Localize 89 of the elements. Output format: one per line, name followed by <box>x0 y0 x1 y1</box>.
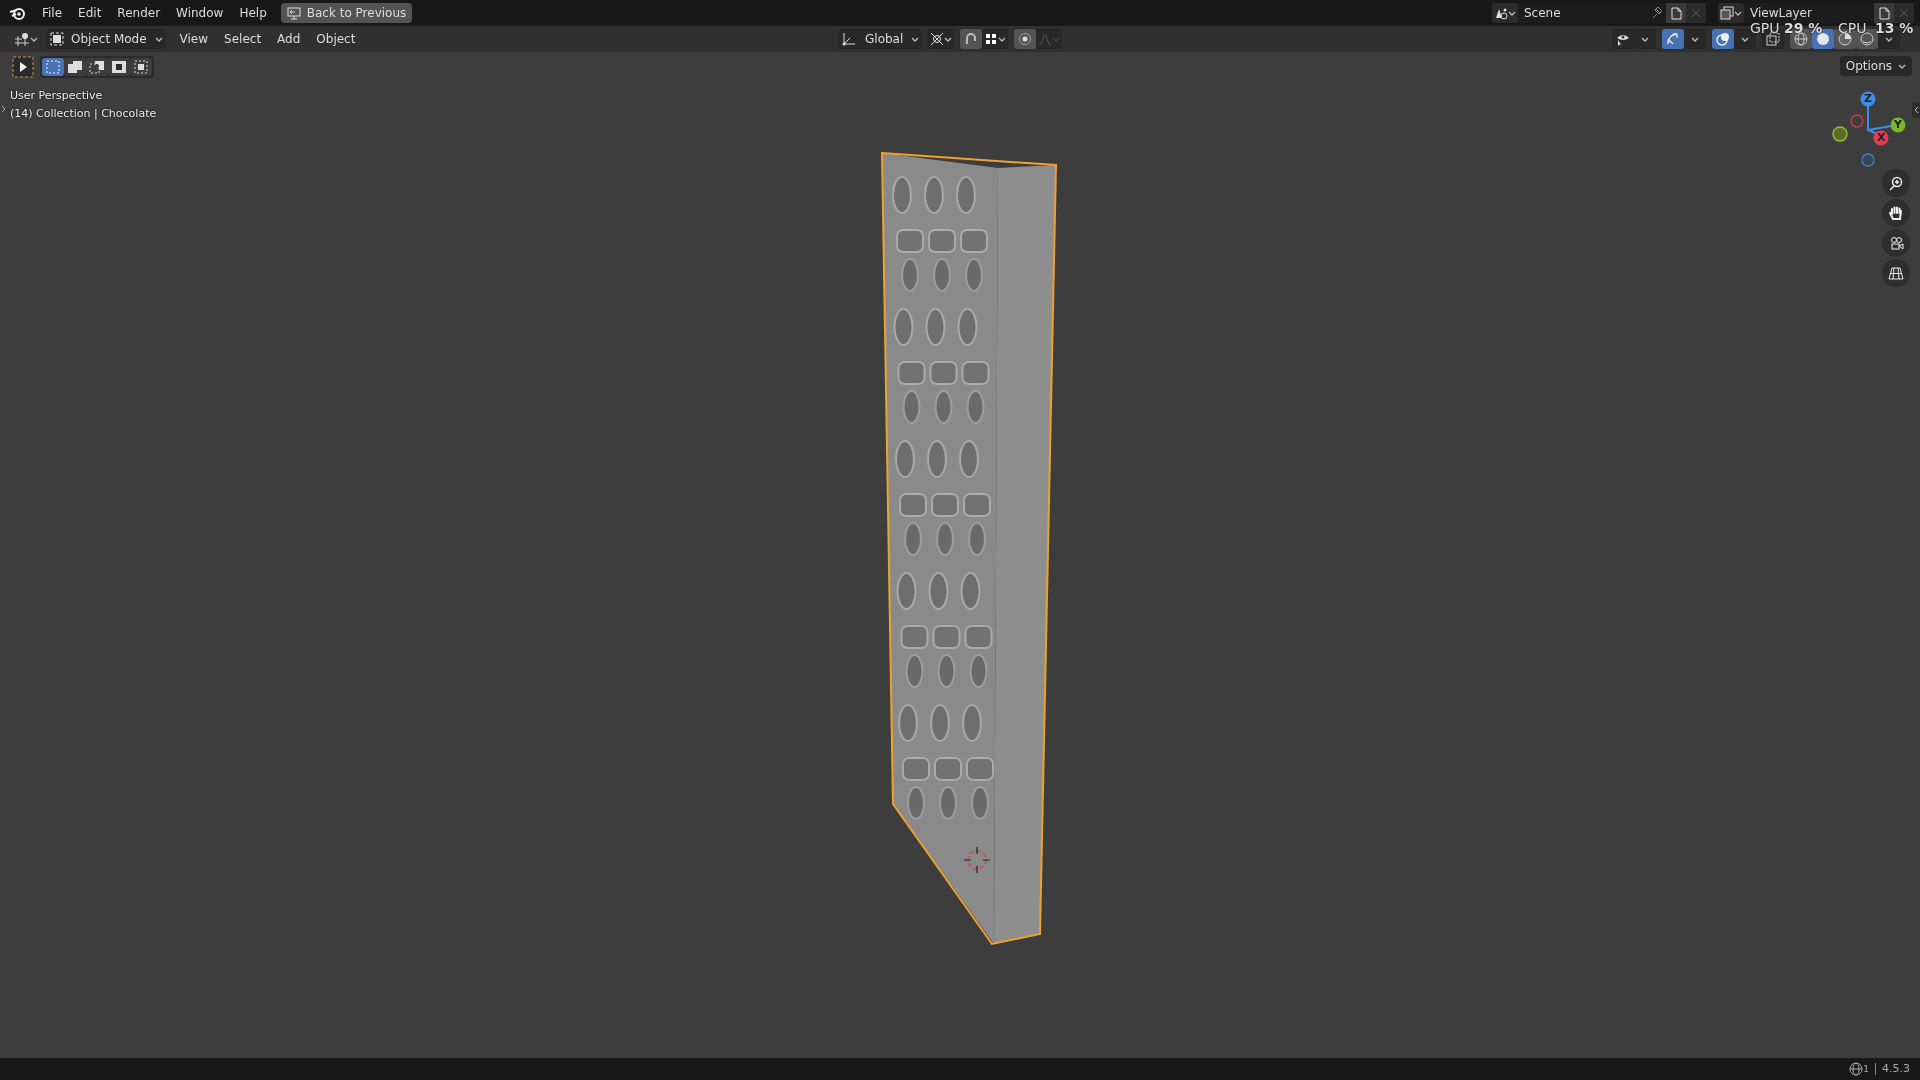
grid-icon <box>1888 265 1904 281</box>
hand-icon <box>1888 205 1904 221</box>
scene-count: 1 <box>1863 1062 1869 1076</box>
3d-cursor-icon <box>963 846 991 874</box>
axes-icon <box>841 31 857 47</box>
overlay-icon <box>1715 31 1731 47</box>
grid-button[interactable] <box>1882 259 1910 287</box>
caret-icon <box>1898 62 1906 70</box>
caret-icon <box>1508 9 1516 17</box>
menu-item[interactable]: Window <box>168 2 232 24</box>
gizmo-icon <box>1665 31 1681 47</box>
menu-item[interactable]: File <box>34 2 71 24</box>
back-to-previous-button[interactable]: Back to Previous <box>280 3 413 23</box>
selection-icon <box>132 58 150 76</box>
menu-item[interactable]: Render <box>109 2 169 24</box>
caret-icon <box>1052 35 1061 43</box>
menu-item[interactable]: Edit <box>70 2 110 24</box>
sphere-icon <box>1838 32 1852 46</box>
menu-item[interactable]: Add <box>269 28 309 50</box>
selection-icon <box>88 58 106 76</box>
pivot-point-button[interactable] <box>928 29 955 49</box>
caret-icon <box>1885 35 1893 43</box>
target-icon <box>1018 32 1033 46</box>
object-info: (14) Collection | Chocolate <box>10 106 157 122</box>
curve-icon <box>1038 32 1053 46</box>
object-icon <box>49 32 65 46</box>
view-layer-type-button[interactable] <box>1718 3 1744 23</box>
scene-field[interactable]: Scene <box>1518 3 1648 23</box>
caret-icon <box>154 35 163 43</box>
scene-icon <box>1494 6 1508 20</box>
selectability-button[interactable] <box>1612 29 1634 49</box>
caret-icon <box>1741 35 1749 43</box>
squares-icon <box>1766 32 1780 46</box>
menu-item[interactable]: Help <box>231 2 275 24</box>
selection-icon <box>66 58 84 76</box>
zoom-icon <box>1888 175 1904 191</box>
gpu-label: GPU <box>1750 20 1780 38</box>
axis-label: Y <box>1894 117 1902 133</box>
globe-icon <box>1849 1062 1864 1076</box>
copy-icon[interactable] <box>1874 3 1894 23</box>
select-tool-icon[interactable] <box>12 56 34 78</box>
selection-icon <box>110 58 128 76</box>
caret-icon <box>30 35 38 43</box>
camera-icon <box>1888 235 1904 251</box>
hand-button[interactable] <box>1882 199 1910 227</box>
menu-item[interactable]: Select <box>216 28 270 50</box>
options-dropdown[interactable]: Options <box>1839 56 1912 76</box>
gizmo-toggle[interactable] <box>1662 29 1684 49</box>
overlay-toggle[interactable] <box>1712 29 1734 49</box>
version-label: 4.5.3 <box>1882 1060 1910 1077</box>
view-layer-field[interactable]: ViewLayer <box>1744 3 1874 23</box>
scene-type-button[interactable] <box>1492 3 1518 23</box>
copy-icon[interactable] <box>1666 3 1686 23</box>
axis-label: Z <box>1864 91 1872 107</box>
caret-icon <box>1691 35 1699 43</box>
snap-toggle[interactable] <box>960 29 983 49</box>
caret-icon <box>1641 35 1649 43</box>
proportional-edit-button[interactable] <box>1014 29 1037 49</box>
navigation-gizmo-drawing[interactable] <box>1832 91 1906 167</box>
extend-selection-button[interactable] <box>64 58 86 76</box>
cpu-value: 13 % <box>1875 19 1914 38</box>
camera-button[interactable] <box>1882 229 1910 257</box>
intersect-selection-button[interactable] <box>130 58 152 76</box>
app-logo-icon[interactable] <box>8 5 28 21</box>
sidebar-toggle-icon[interactable] <box>1912 102 1920 118</box>
viewport-icon <box>14 32 30 46</box>
monitor-icon <box>286 6 301 20</box>
eye-icon <box>1615 32 1631 46</box>
magnet-icon <box>964 32 979 46</box>
set-new-selection-button[interactable] <box>42 58 64 76</box>
layers-icon <box>1720 6 1734 20</box>
orientation-dropdown[interactable]: Global <box>838 29 923 49</box>
pivot-icon <box>930 32 945 46</box>
globe-icon <box>1794 32 1808 46</box>
menu-item[interactable]: View <box>171 28 217 50</box>
caret-icon <box>944 35 953 43</box>
sphere-icon <box>1816 32 1830 46</box>
snap-target-button[interactable] <box>982 29 1009 49</box>
caret-icon <box>998 35 1007 43</box>
sphere-icon <box>1860 32 1874 46</box>
selection-icon <box>44 58 62 76</box>
menu-item[interactable]: Object <box>308 28 364 50</box>
zoom-button[interactable] <box>1882 169 1910 197</box>
caret-icon <box>1734 9 1742 17</box>
caret-icon <box>911 35 920 43</box>
dots-icon <box>984 32 999 46</box>
axis-label: X <box>1877 130 1886 146</box>
mode-dropdown[interactable]: Object Mode <box>46 29 166 49</box>
view-name: User Perspective <box>10 88 103 104</box>
